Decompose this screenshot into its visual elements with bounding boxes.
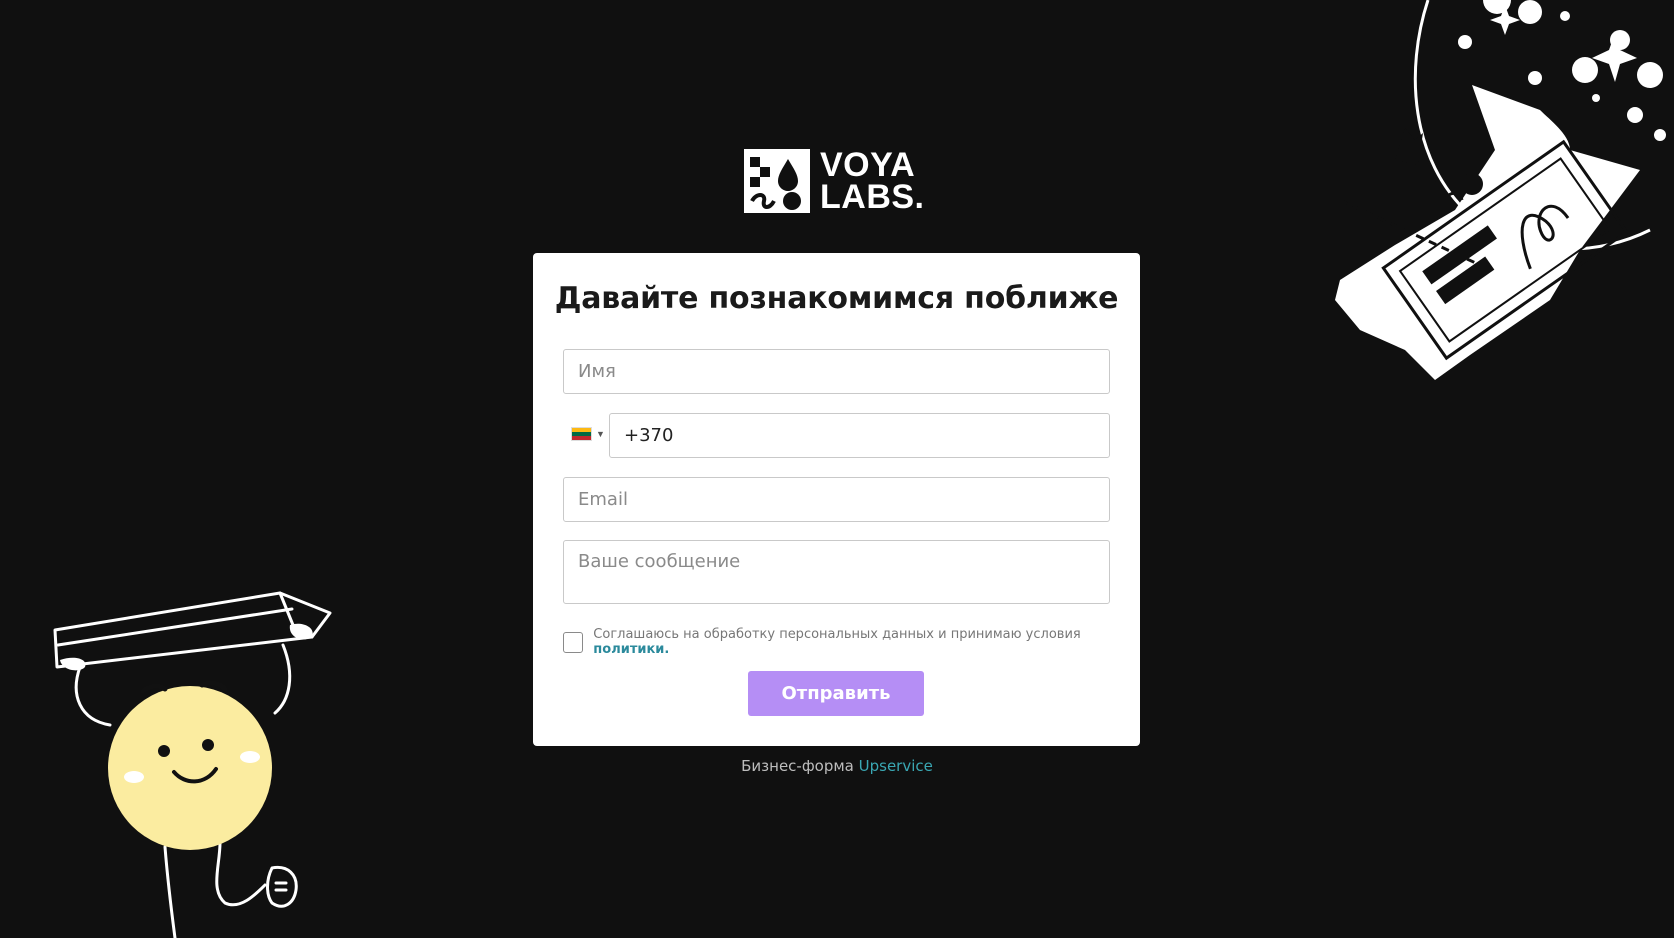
- country-selector[interactable]: ▼: [571, 427, 605, 441]
- logo-wordmark: VOYA LABS.: [820, 146, 925, 216]
- contact-form-card: Давайте познакомимся поближе ▼ Соглашаюс…: [533, 253, 1140, 746]
- form-title: Давайте познакомимся поближе: [554, 281, 1119, 316]
- page: VOYA LABS. Давайте познакомимся поближе …: [0, 0, 1674, 938]
- ticket-illustration: [1335, 0, 1666, 380]
- logo-mark-icon: [744, 149, 810, 213]
- email-input[interactable]: [563, 477, 1110, 522]
- consent-row: Соглашаюсь на обработку персональных дан…: [563, 627, 1140, 657]
- consent-checkbox[interactable]: [563, 631, 584, 653]
- phone-input[interactable]: [609, 413, 1110, 458]
- submit-button[interactable]: Отправить: [748, 671, 924, 716]
- logo-line-1: VOYA: [820, 146, 916, 184]
- consent-label: Соглашаюсь на обработку персональных дан…: [593, 627, 1140, 657]
- footer-credit: Бизнес-форма Upservice: [0, 757, 1674, 775]
- message-textarea[interactable]: [563, 540, 1110, 604]
- policy-link[interactable]: политики.: [593, 642, 669, 657]
- voya-labs-logo: VOYA LABS.: [744, 148, 930, 214]
- footer-text: Бизнес-форма: [741, 757, 859, 775]
- phone-field: ▼: [563, 413, 1110, 458]
- logo-line-2: LABS.: [820, 178, 925, 216]
- name-input[interactable]: [563, 349, 1110, 394]
- lithuania-flag-icon: [571, 427, 592, 441]
- consent-text: Соглашаюсь на обработку персональных дан…: [593, 627, 1081, 642]
- upservice-link[interactable]: Upservice: [859, 757, 933, 775]
- caret-down-icon: ▼: [596, 429, 605, 439]
